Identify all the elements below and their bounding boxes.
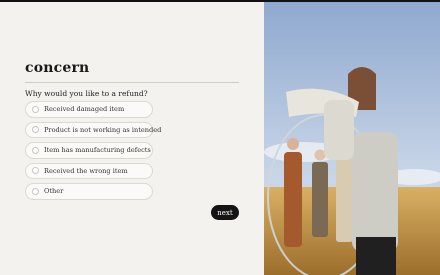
option-label: Item has manufacturing defects (44, 146, 151, 155)
option-wrong-item[interactable]: Received the wrong item (25, 162, 153, 179)
option-list: Received damaged item Product is not wor… (25, 101, 161, 200)
fashion-photo (264, 2, 440, 275)
option-label: Received damaged item (44, 105, 125, 114)
radio-icon[interactable] (32, 105, 39, 113)
page-title: concern (25, 60, 90, 76)
option-label: Product is not working as intended (44, 125, 162, 134)
radio-icon[interactable] (32, 187, 39, 195)
option-product-not-working[interactable]: Product is not working as intended (25, 121, 161, 138)
option-label: Other (44, 187, 64, 196)
radio-icon[interactable] (32, 126, 39, 134)
option-other[interactable]: Other (25, 183, 153, 200)
question-label: Why would you like to a refund? (25, 89, 148, 98)
fashion-illustration (264, 2, 440, 275)
option-manufacturing-defects[interactable]: Item has manufacturing defects (25, 142, 153, 159)
radio-icon[interactable] (32, 146, 39, 154)
divider (25, 82, 239, 83)
next-button[interactable]: next (211, 205, 239, 220)
radio-icon[interactable] (32, 167, 39, 175)
option-label: Received the wrong item (44, 166, 128, 175)
option-received-damaged-item[interactable]: Received damaged item (25, 101, 153, 118)
